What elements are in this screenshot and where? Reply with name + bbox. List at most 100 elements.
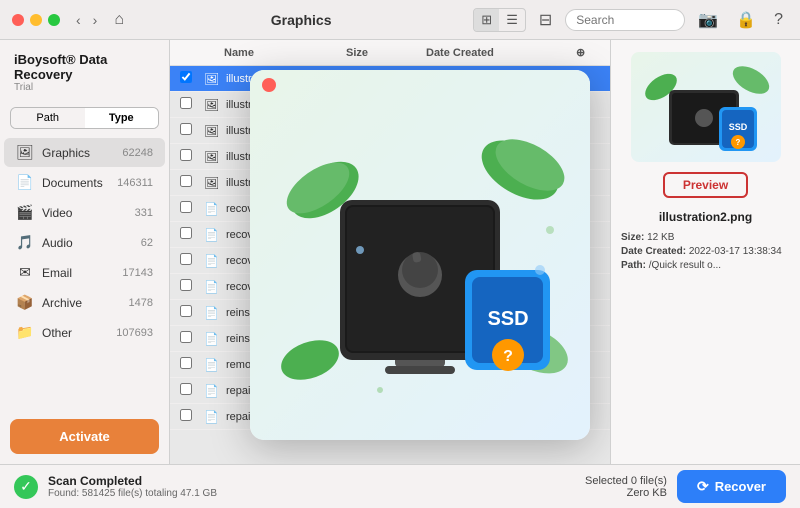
filter-button[interactable]: ⊟ (534, 8, 557, 32)
row-checkbox-7[interactable] (180, 253, 204, 268)
illustration-image:  SSD ? (250, 70, 590, 440)
scan-info: Scan Completed Found: 581425 file(s) tot… (48, 474, 575, 499)
path-type-tabs: Path Type (10, 107, 159, 129)
sidebar-item-email[interactable]: ✉ Email 17143 (4, 258, 165, 287)
audio-label: Audio (42, 236, 141, 250)
file-type-icon: 📄 (204, 202, 224, 216)
email-count: 17143 (122, 267, 153, 279)
close-dot[interactable] (12, 14, 24, 26)
sidebar-header: iBoysoft® Data Recovery Trial (0, 40, 169, 99)
sidebar-item-archive[interactable]: 📦 Archive 1478 (4, 288, 165, 317)
scan-status-icon: ✓ (14, 475, 38, 499)
type-tab[interactable]: Type (85, 108, 159, 128)
scan-title: Scan Completed (48, 474, 575, 488)
grid-view-button[interactable]: ⊞ (474, 9, 499, 31)
sidebar-item-audio[interactable]: 🎵 Audio 62 (4, 228, 165, 257)
home-icon[interactable]: ⌂ (109, 9, 129, 31)
header-action: ⊕ (576, 46, 600, 59)
path-value: /Quick result o... (649, 260, 721, 271)
other-count: 107693 (116, 327, 153, 339)
file-type-icon: 🖼 (204, 176, 224, 190)
row-checkbox-2[interactable] (180, 123, 204, 138)
row-checkbox-13[interactable] (180, 409, 204, 424)
row-checkbox-5[interactable] (180, 201, 204, 216)
documents-label: Documents (42, 176, 117, 190)
search-input[interactable] (565, 9, 685, 31)
sidebar-item-other[interactable]: 📁 Other 107693 (4, 318, 165, 347)
minimize-dot[interactable] (30, 14, 42, 26)
row-checkbox-6[interactable] (180, 227, 204, 242)
forward-button[interactable]: › (89, 10, 102, 30)
video-label: Video (42, 206, 135, 220)
path-label: Path: (621, 260, 646, 271)
file-type-icon: 🖼 (204, 124, 224, 138)
selected-files-count: Selected 0 file(s) (585, 475, 667, 487)
header-name: Name (224, 47, 346, 59)
app-title: iBoysoft® Data Recovery (14, 52, 155, 82)
graphics-count: 62248 (122, 147, 153, 159)
row-checkbox-3[interactable] (180, 149, 204, 164)
preview-meta: Size: 12 KB Date Created: 2022-03-17 13:… (621, 232, 790, 274)
main-layout: iBoysoft® Data Recovery Trial Path Type … (0, 40, 800, 464)
file-type-icon: 📄 (204, 280, 224, 294)
date-meta: Date Created: 2022-03-17 13:38:34 (621, 246, 790, 257)
path-tab[interactable]: Path (11, 108, 85, 128)
sidebar-item-graphics[interactable]: 🖼 Graphics 62248 (4, 138, 165, 167)
row-checkbox-8[interactable] (180, 279, 204, 294)
overlay-close-button[interactable] (262, 78, 276, 92)
file-type-icon: 🖼 (204, 98, 224, 112)
graphics-icon: 🖼 (16, 144, 34, 161)
camera-button[interactable]: 📷 (693, 8, 723, 32)
email-icon: ✉ (16, 264, 34, 281)
sidebar-items: 🖼 Graphics 62248 📄 Documents 146311 🎬 Vi… (0, 137, 169, 409)
row-checkbox-0[interactable] (180, 71, 204, 86)
archive-icon: 📦 (16, 294, 34, 311)
header-size: Size (346, 47, 426, 59)
header-date: Date Created (426, 47, 576, 59)
toolbar-title: Graphics (129, 12, 473, 28)
file-type-icon: 📄 (204, 254, 224, 268)
activate-button[interactable]: Activate (10, 419, 159, 454)
list-view-button[interactable]: ☰ (499, 9, 525, 31)
documents-icon: 📄 (16, 174, 34, 191)
date-value: 2022-03-17 13:38:34 (689, 246, 782, 257)
row-checkbox-12[interactable] (180, 383, 204, 398)
file-type-icon: 📄 (204, 384, 224, 398)
window-controls (12, 14, 60, 26)
title-bar: ‹ › ⌂ Graphics ⊞ ☰ ⊟ 📷 🔒 ? (0, 0, 800, 40)
row-checkbox-11[interactable] (180, 357, 204, 372)
recover-button[interactable]: ⟳ Recover (677, 470, 786, 503)
video-count: 331 (135, 207, 153, 219)
selected-size: Zero KB (585, 487, 667, 499)
recover-icon: ⟳ (697, 478, 709, 495)
file-type-icon: 📄 (204, 410, 224, 424)
sidebar-item-documents[interactable]: 📄 Documents 146311 (4, 168, 165, 197)
file-table-header: Name Size Date Created ⊕ (170, 40, 610, 66)
back-button[interactable]: ‹ (72, 10, 85, 30)
documents-count: 146311 (117, 177, 153, 189)
svg-text:?: ? (503, 348, 513, 365)
archive-label: Archive (42, 296, 129, 310)
video-icon: 🎬 (16, 204, 34, 221)
sidebar-item-video[interactable]: 🎬 Video 331 (4, 198, 165, 227)
file-type-icon: 📄 (204, 228, 224, 242)
lock-button[interactable]: 🔒 (731, 8, 761, 32)
svg-text:SSD: SSD (487, 308, 528, 330)
other-icon: 📁 (16, 324, 34, 341)
size-meta: Size: 12 KB (621, 232, 790, 243)
preview-button[interactable]: Preview (663, 172, 748, 198)
preview-panel: SSD ? Preview illustration2.png Size: 12… (610, 40, 800, 464)
maximize-dot[interactable] (48, 14, 60, 26)
other-label: Other (42, 326, 116, 340)
row-checkbox-4[interactable] (180, 175, 204, 190)
audio-count: 62 (141, 237, 153, 249)
row-checkbox-9[interactable] (180, 305, 204, 320)
email-label: Email (42, 266, 122, 280)
preview-overlay:  SSD ? (250, 70, 590, 440)
help-button[interactable]: ? (769, 9, 788, 31)
file-type-icon: 🖼 (204, 72, 224, 86)
recover-label: Recover (715, 479, 766, 494)
row-checkbox-1[interactable] (180, 97, 204, 112)
size-label: Size: (621, 232, 644, 243)
row-checkbox-10[interactable] (180, 331, 204, 346)
